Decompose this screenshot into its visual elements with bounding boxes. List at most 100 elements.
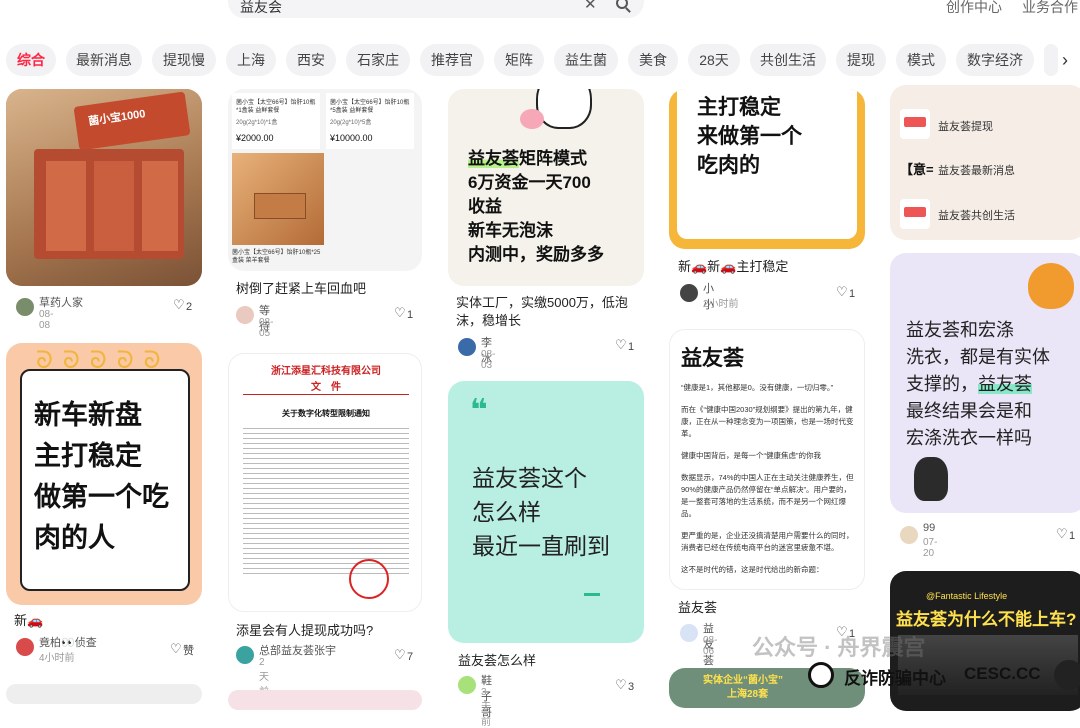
note-card-image[interactable]: ❝ 益友荟这个 怎么样 最近一直刷到 [448, 381, 644, 643]
thumb-icon [900, 199, 930, 229]
like-button[interactable]: 7 [394, 647, 413, 663]
post-date: 08-08 [39, 309, 54, 331]
avatar[interactable] [236, 306, 254, 324]
product-listing: 菌小宝【太空66号】饴肝10瓶*1盒装 益鲜套餐 20g(2g*10)*1盒 ¥… [232, 93, 320, 149]
avatar[interactable] [236, 646, 254, 664]
tab-probiotic[interactable]: 益生菌 [554, 44, 618, 76]
note-card-image[interactable]: 益友荟矩阵模式 6万资金一天700 收益 新车无泡沫 内测中，奖励多多 [448, 89, 644, 286]
chevron-right-icon[interactable]: › [1062, 50, 1068, 71]
like-button[interactable]: 2 [173, 297, 192, 313]
like-button[interactable]: 1 [615, 337, 634, 353]
like-button[interactable]: 1 [1056, 526, 1075, 542]
like-button[interactable]: 赞 [170, 641, 194, 658]
post-date: 08-05 [259, 317, 274, 339]
document-body [243, 424, 409, 574]
note-card-image[interactable]: 益友荟提现 【意= 益友荟最新消息 益友荟共创生活 [890, 85, 1080, 240]
article-body: “健康是1，其他都是0。没有健康，一切归零。” 而在《“健康中国2030”规划纲… [681, 383, 854, 574]
list-tag: 【意= [900, 162, 934, 177]
clear-icon[interactable]: ✕ [584, 0, 597, 13]
post-date: 08-06 [703, 635, 718, 657]
note-card-image[interactable]: 益友荟和宏涤 洗衣，都是有实体 支撑的，益友荟 最终结果会是和 宏涤洗衣一样吗 [890, 253, 1080, 513]
heart-icon [170, 641, 182, 657]
like-button[interactable]: 1 [836, 284, 855, 300]
search-input[interactable]: 益友会 [240, 0, 282, 17]
heart-icon [1056, 526, 1068, 542]
card-headline: 新车新盘 主打稳定 做第一个吃 肉的人 [34, 400, 169, 553]
note-title[interactable]: 添星会有人提现成功吗? [236, 622, 373, 640]
video-caption: 上海28套 [727, 689, 769, 700]
creator-center-link[interactable]: 创作中心 [946, 0, 1002, 17]
tab-overflow[interactable] [1044, 44, 1058, 76]
product-photo [232, 153, 324, 245]
tab-digital-economy[interactable]: 数字经济 [956, 44, 1034, 76]
document-company: 浙江添星汇科技有限公司 [271, 366, 381, 377]
note-title[interactable]: 实体工厂，实缴5000万，低泡沫，稳增长 [456, 294, 638, 330]
like-button[interactable]: 3 [615, 677, 634, 693]
tab-latest[interactable]: 最新消息 [66, 44, 142, 76]
tab-all[interactable]: 综合 [6, 44, 56, 76]
tab-co-living[interactable]: 共创生活 [750, 44, 826, 76]
tab-shanghai[interactable]: 上海 [226, 44, 276, 76]
anti-fraud-watermark: 反诈防骗中心 CESC.CC [808, 660, 1080, 690]
wechat-watermark: 公众号 · 舟界震宫 [752, 635, 926, 660]
image-tag: @Fantastic Lifestyle [926, 591, 1008, 601]
note-card-image[interactable] [228, 690, 422, 710]
card-headline: 益友荟这个 怎么样 最近一直刷到 [472, 465, 610, 559]
magnifier-icon [1054, 660, 1080, 690]
note-card-image[interactable]: 主打稳定 来做第一个 吃肉的 [669, 89, 865, 249]
document-heading: 关于数字化转型限制通知 [282, 409, 370, 418]
list-item: 益友荟提现 [938, 121, 993, 133]
product-listing: 菌小宝【太空66号】饴肝10瓶*25盒装 菜羊套餐 [232, 250, 321, 264]
avatar[interactable] [458, 676, 476, 694]
tab-slow-withdraw[interactable]: 提现慢 [152, 44, 216, 76]
avatar[interactable] [458, 338, 476, 356]
avatar[interactable] [680, 284, 698, 302]
tab-28days[interactable]: 28天 [688, 44, 740, 76]
note-card-image[interactable] [6, 684, 202, 704]
product-listing: 菌小宝【太空66号】饴肝10瓶*5盒装 益鲜套餐 20g(2g*10)*5盒 ¥… [326, 93, 414, 149]
business-link[interactable]: 业务合作 [1022, 0, 1078, 17]
tab-shijiazhuang[interactable]: 石家庄 [346, 44, 410, 76]
avatar[interactable] [16, 298, 34, 316]
heart-icon [615, 337, 627, 353]
note-card-image[interactable]: 益友荟 “健康是1，其他都是0。没有健康，一切归零。” 而在《“健康中国2030… [669, 329, 865, 590]
note-card-image[interactable]: ᘐᘐᘐᘐᘐ 新车新盘 主打稳定 做第一个吃 肉的人 [6, 343, 202, 605]
tab-mode[interactable]: 模式 [896, 44, 946, 76]
search-bar[interactable]: 益友会 ✕ [228, 0, 644, 18]
heart-icon [394, 305, 406, 321]
list-item: 益友荟最新消息 [938, 165, 1015, 177]
avatar[interactable] [680, 624, 698, 642]
avatar[interactable] [16, 638, 34, 656]
cartoon-face [536, 89, 592, 129]
post-date: 2小时前 [703, 299, 739, 310]
tab-xian[interactable]: 西安 [286, 44, 336, 76]
author-name[interactable]: 草药人家 [39, 294, 83, 310]
search-icon[interactable] [616, 0, 628, 9]
heart-icon [173, 297, 185, 313]
card-headline: 主打稳定 来做第一个 吃肉的 [697, 96, 802, 177]
note-title[interactable]: 益友荟怎么样 [458, 652, 536, 670]
note-title[interactable]: 新🚗新🚗主打稳定 [678, 258, 788, 276]
heart-icon [615, 677, 627, 693]
note-card-image[interactable]: 菌小宝1000 [6, 89, 202, 286]
author-name[interactable]: 竟柏👀侦查 [39, 634, 97, 650]
post-date: 3天前 [481, 687, 491, 728]
like-button[interactable]: 1 [394, 305, 413, 321]
tab-matrix[interactable]: 矩阵 [494, 44, 544, 76]
thumb-icon [900, 109, 930, 139]
card-headline: 益友荟为什么不能上车? [896, 610, 1077, 629]
note-card-image[interactable]: 菌小宝【太空66号】饴肝10瓶*1盒装 益鲜套餐 20g(2g*10)*1盒 ¥… [228, 89, 422, 271]
tab-food[interactable]: 美食 [628, 44, 678, 76]
tab-withdraw[interactable]: 提现 [836, 44, 886, 76]
seal-stamp [349, 559, 389, 599]
author-name[interactable]: 总部益友荟张宇 [259, 642, 336, 658]
note-title[interactable]: 树倒了赶紧上车回血吧 [236, 280, 366, 298]
article-heading: 益友荟 [681, 347, 744, 370]
tab-recommender[interactable]: 推荐官 [420, 44, 484, 76]
heart-icon [836, 284, 848, 300]
author-name[interactable]: 99 [923, 522, 935, 534]
note-title[interactable]: 新🚗 [14, 612, 43, 630]
note-title[interactable]: 益友荟 [678, 599, 717, 617]
note-card-image[interactable]: 浙江添星汇科技有限公司 文 件 关于数字化转型限制通知 [228, 353, 422, 612]
avatar[interactable] [900, 526, 918, 544]
